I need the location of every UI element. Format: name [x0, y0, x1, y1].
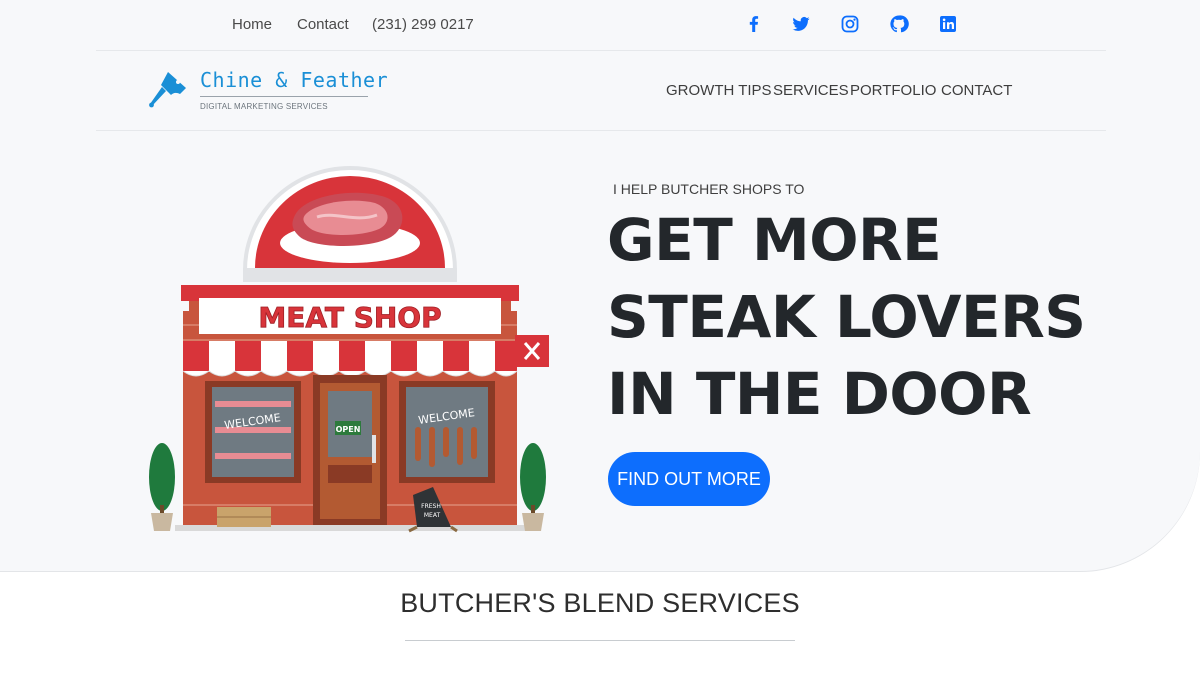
hero-kicker: I HELP BUTCHER SHOPS TO [613, 181, 805, 197]
github-icon[interactable] [889, 14, 909, 34]
instagram-icon[interactable] [840, 14, 860, 34]
find-out-more-button[interactable]: FIND OUT MORE [608, 452, 770, 506]
meat-shop-illustration: MEAT SHOP WELCOME OPEN WELCOME FRESH MEA… [149, 166, 549, 533]
brand-divider [200, 96, 368, 97]
linkedin-icon[interactable] [938, 14, 958, 34]
main-navbar: Chine & Feather DIGITAL MARKETING SERVIC… [96, 51, 1106, 131]
topbar-phone-link[interactable]: (231) 299 0217 [372, 16, 474, 33]
hero-headline-line-3: IN THE DOOR [607, 360, 1032, 428]
nav-growth-tips[interactable]: GROWTH TIPS [666, 82, 772, 99]
brand-tagline: DIGITAL MARKETING SERVICES [200, 102, 328, 111]
door-open-sign: OPEN [336, 425, 361, 434]
brand-name[interactable]: Chine & Feather [200, 68, 388, 92]
facebook-icon[interactable] [744, 14, 764, 34]
nav-contact[interactable]: CONTACT [941, 82, 1012, 99]
top-bar: Home Contact (231) 299 0217 [96, 0, 1106, 51]
hero-headline-line-2: STEAK LOVERS [607, 283, 1086, 351]
board-text-fresh: FRESH [421, 503, 441, 510]
topbar-home-link[interactable]: Home [232, 16, 272, 33]
cleaver-icon[interactable] [146, 70, 190, 112]
awning [182, 341, 518, 377]
twitter-icon[interactable] [791, 14, 811, 34]
services-divider [405, 640, 795, 641]
hero-headline-line-1: GET MORE [607, 206, 942, 274]
services-title: BUTCHER'S BLEND SERVICES [400, 588, 800, 618]
topbar-contact-link[interactable]: Contact [297, 16, 349, 33]
nav-services[interactable]: SERVICES [773, 82, 849, 99]
nav-portfolio[interactable]: PORTFOLIO [850, 82, 936, 99]
shop-sign-text: MEAT SHOP [258, 301, 441, 334]
board-text-meat: MEAT [424, 512, 441, 519]
